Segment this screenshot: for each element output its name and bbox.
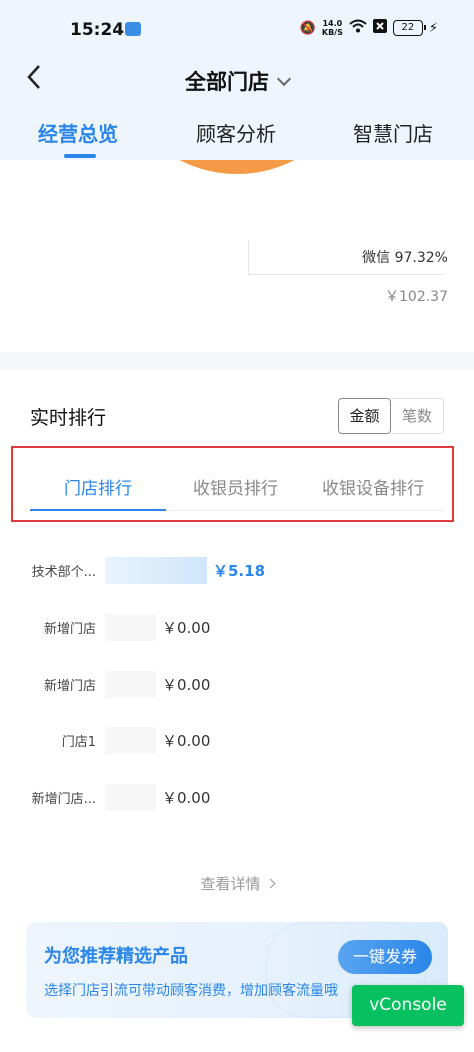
tab-indicator bbox=[64, 154, 96, 158]
mute-icon: 🔕 bbox=[299, 20, 316, 36]
payment-donut-section: 微信 97.32% ￥102.37 bbox=[0, 160, 474, 352]
sim-off-icon bbox=[372, 19, 387, 37]
chevron-down-icon bbox=[276, 71, 292, 87]
main-tabs: 经营总览 顾客分析 智慧门店 bbox=[0, 118, 474, 160]
ranking-bar bbox=[105, 727, 156, 754]
status-bar: 15:24 🔕 14.0 KB/S 22 ⚡ bbox=[0, 0, 474, 60]
page-title: 全部门店 bbox=[185, 70, 269, 94]
ranking-row: 新增门店... ￥0.00 bbox=[0, 784, 474, 812]
ranking-title: 实时排行 bbox=[30, 407, 107, 429]
charging-icon: ⚡ bbox=[428, 20, 438, 36]
tab-business-overview[interactable]: 经营总览 bbox=[38, 118, 118, 147]
status-time: 15:24 bbox=[70, 20, 125, 40]
ranking-name: 新增门店 bbox=[43, 622, 96, 637]
ranking-name: 新增门店... bbox=[31, 792, 96, 807]
network-speed-unit: KB/S bbox=[321, 28, 343, 37]
store-selector[interactable]: 全部门店 bbox=[0, 66, 474, 96]
ranking-bar bbox=[105, 557, 207, 584]
ranking-value: ￥0.00 bbox=[162, 676, 211, 694]
promo-subtitle: 选择门店引流可带动顾客消费，增加顾客流量哦 bbox=[44, 983, 338, 999]
toggle-amount[interactable]: 金额 bbox=[338, 398, 391, 434]
ranking-value: ￥0.00 bbox=[162, 732, 211, 750]
sub-tab-indicator bbox=[30, 509, 166, 511]
ranking-value: ￥5.18 bbox=[213, 562, 266, 580]
ranking-name: 新增门店 bbox=[43, 679, 96, 694]
view-details-link[interactable]: 查看详情 bbox=[0, 873, 474, 894]
vconsole-button[interactable]: vConsole bbox=[352, 985, 464, 1026]
network-speed-value: 14.0 bbox=[322, 19, 343, 28]
ranking-row: 门店1 ￥0.00 bbox=[0, 727, 474, 755]
payment-donut bbox=[112, 160, 362, 174]
section-divider bbox=[0, 352, 474, 370]
tab-smart-store[interactable]: 智慧门店 bbox=[353, 118, 433, 147]
ranking-bar bbox=[105, 784, 156, 811]
tab-cashier-ranking[interactable]: 收银员排行 bbox=[193, 474, 278, 499]
wifi-icon bbox=[349, 19, 367, 37]
battery-level: 22 bbox=[401, 22, 415, 33]
donut-amount: ￥102.37 bbox=[385, 289, 448, 305]
page-header: 全部门店 经营总览 顾客分析 智慧门店 bbox=[0, 60, 474, 160]
ranking-row: 技术部个... ￥5.18 bbox=[0, 557, 474, 585]
issue-coupon-button[interactable]: 一键发券 bbox=[338, 940, 432, 974]
chevron-right-icon bbox=[265, 878, 275, 889]
view-details-label: 查看详情 bbox=[200, 875, 261, 893]
network-speed: 14.0 KB/S bbox=[322, 19, 343, 37]
tab-device-ranking[interactable]: 收银设备排行 bbox=[322, 474, 424, 499]
ranking-value: ￥0.00 bbox=[162, 619, 211, 637]
promo-title: 为您推荐精选产品 bbox=[44, 946, 188, 967]
status-icons: 🔕 14.0 KB/S 22 ⚡ bbox=[300, 19, 438, 37]
donut-label: 微信 97.32% bbox=[362, 250, 448, 266]
ranking-row: 新增门店 ￥0.00 bbox=[0, 671, 474, 699]
ranking-name: 门店1 bbox=[61, 735, 96, 750]
ranking-row: 新增门店 ￥0.00 bbox=[0, 614, 474, 642]
ranking-value: ￥0.00 bbox=[162, 789, 211, 807]
metric-toggle: 金额 笔数 bbox=[338, 398, 444, 434]
ranking-bar bbox=[105, 671, 156, 698]
battery-icon: 22 bbox=[392, 20, 426, 36]
tab-store-ranking[interactable]: 门店排行 bbox=[64, 474, 132, 499]
ranking-name: 技术部个... bbox=[31, 565, 96, 580]
toggle-count[interactable]: 笔数 bbox=[391, 398, 444, 434]
ranking-bar bbox=[105, 614, 156, 641]
app-notification-icon bbox=[125, 22, 141, 36]
tab-customer-analysis[interactable]: 顾客分析 bbox=[196, 118, 276, 147]
